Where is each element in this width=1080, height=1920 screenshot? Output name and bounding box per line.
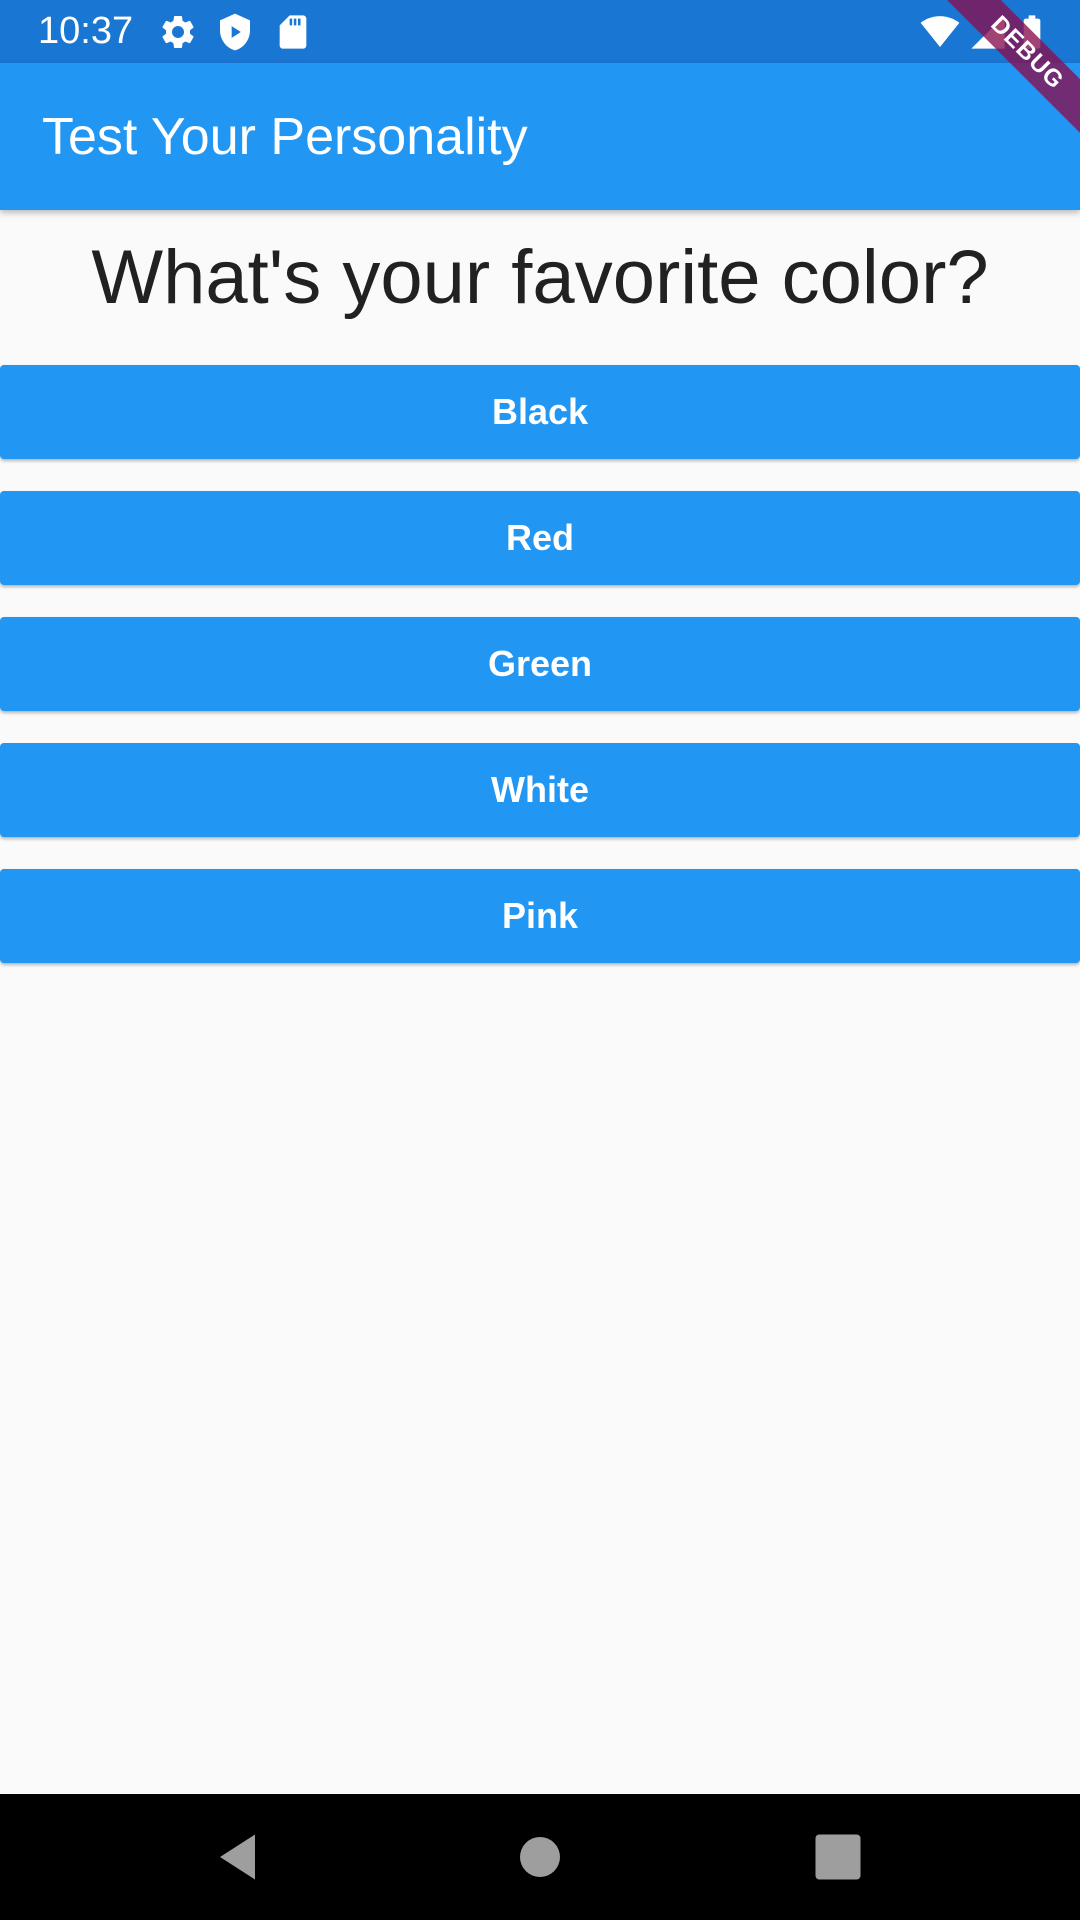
answer-button-green[interactable]: Green <box>0 617 1080 711</box>
gear-icon <box>162 15 194 48</box>
answer-list: Black Red Green White Pink <box>0 365 1080 995</box>
app-title: Test Your Personality <box>42 108 528 166</box>
battery-icon <box>1023 15 1041 49</box>
signal-icon <box>971 15 1005 49</box>
answer-button-pink[interactable]: Pink <box>0 869 1080 963</box>
status-bar: 10:37 <box>0 0 1080 63</box>
navigation-bar <box>0 1794 1080 1920</box>
app-bar: Test Your Personality <box>0 63 1080 210</box>
answer-button-black[interactable]: Black <box>0 365 1080 459</box>
shield-icon <box>220 13 250 51</box>
wifi-icon <box>920 16 960 47</box>
status-time: 10:37 <box>38 10 134 52</box>
home-icon[interactable] <box>510 1827 570 1887</box>
back-icon[interactable] <box>210 1827 270 1887</box>
answer-button-white[interactable]: White <box>0 743 1080 837</box>
question-text: What's your favorite color? <box>91 235 989 320</box>
answer-button-red[interactable]: Red <box>0 491 1080 585</box>
recents-icon[interactable] <box>808 1827 868 1887</box>
sd-card-icon <box>279 15 307 49</box>
